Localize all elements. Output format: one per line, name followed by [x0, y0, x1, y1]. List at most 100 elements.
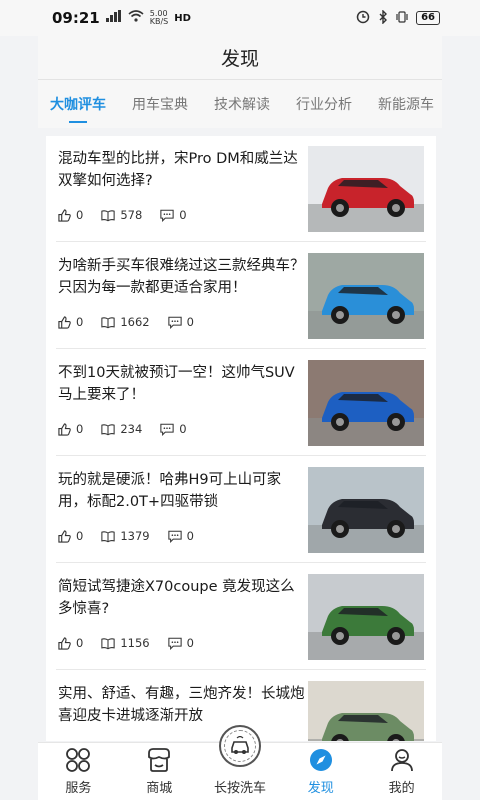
- tab-expert-reviews[interactable]: 大咖评车: [50, 94, 106, 123]
- book-icon: [101, 316, 120, 329]
- signal-icon: [105, 10, 122, 26]
- article-stats: 0 578 0: [58, 208, 205, 222]
- like-stat[interactable]: 0: [58, 636, 83, 650]
- compass-icon: [308, 745, 334, 775]
- comment-icon: [167, 530, 187, 543]
- like-stat[interactable]: 0: [58, 529, 83, 543]
- nav-car-wash[interactable]: 长按洗车: [200, 725, 281, 800]
- vibrate-icon: [396, 10, 408, 26]
- like-count: 0: [76, 315, 84, 329]
- nav-service-label: 服务: [65, 781, 92, 796]
- article-title[interactable]: 实用、舒适、有趣，三炮齐发！长城炮喜迎皮卡进城逐渐开放: [58, 683, 306, 727]
- read-stat: 1379: [101, 529, 150, 543]
- article-item[interactable]: 简短试驾捷途X70coupe 竟发现这么多惊喜? 0 1156 0: [56, 564, 426, 670]
- article-list: 混动车型的比拼，宋Pro DM和威兰达双擎如何选择? 0 578 0 为啥新手买车很难绕…: [46, 136, 436, 741]
- tab-tech-analysis[interactable]: 技术解读: [214, 94, 270, 114]
- nav-service[interactable]: 服务: [38, 743, 119, 800]
- article-item[interactable]: 玩的就是硬派！哈弗H9可上山可家用，标配2.0T+四驱带锁 0 1379 0: [56, 457, 426, 563]
- article-item[interactable]: 混动车型的比拼，宋Pro DM和威兰达双擎如何选择? 0 578 0: [56, 136, 426, 242]
- hd-badge: HD: [174, 12, 191, 24]
- thumbs-up-icon: [58, 636, 76, 650]
- nav-store[interactable]: 商城: [119, 743, 200, 800]
- article-thumbnail[interactable]: [308, 146, 424, 232]
- comment-icon: [160, 423, 179, 436]
- article-item[interactable]: 不到10天就被预订一空！这帅气SUV马上要来了！ 0 234 0: [56, 350, 426, 456]
- like-stat[interactable]: 0: [58, 208, 83, 222]
- book-icon: [101, 209, 120, 222]
- article-thumbnail[interactable]: [308, 360, 424, 446]
- clock: 09:21: [52, 9, 100, 27]
- article-title[interactable]: 为啥新手买车很难绕过这三款经典车？只因为每一款都更适合家用！: [58, 255, 306, 299]
- read-count: 1156: [120, 636, 150, 650]
- page-title: 发现: [38, 36, 442, 80]
- grid-icon: [65, 745, 91, 775]
- like-count: 0: [76, 208, 84, 222]
- battery-icon: 66: [416, 11, 440, 25]
- article-stats: 0 234 0: [58, 422, 205, 436]
- like-count: 0: [76, 529, 84, 543]
- thumbs-up-icon: [58, 422, 76, 436]
- article-thumbnail[interactable]: [308, 253, 424, 339]
- bluetooth-icon: [378, 8, 388, 27]
- article-stats: 0 1156 0: [58, 636, 212, 650]
- store-icon: [146, 745, 172, 775]
- comment-icon: [167, 637, 187, 650]
- read-count: 578: [120, 208, 143, 222]
- thumbs-up-icon: [58, 315, 76, 329]
- tab-new-energy[interactable]: 新能源车: [378, 94, 434, 114]
- comment-stat[interactable]: 0: [167, 529, 194, 543]
- user-icon: [389, 745, 415, 775]
- alarm-icon: [356, 10, 370, 27]
- comment-count: 0: [179, 422, 187, 436]
- read-count: 234: [120, 422, 143, 436]
- comment-stat[interactable]: 0: [160, 422, 187, 436]
- read-count: 1379: [120, 529, 150, 543]
- article-stats: 0 1379 0: [58, 529, 212, 543]
- comment-stat[interactable]: 0: [160, 208, 187, 222]
- nav-profile-label: 我的: [388, 781, 415, 796]
- comment-stat[interactable]: 0: [167, 315, 194, 329]
- nav-store-label: 商城: [146, 781, 173, 796]
- comment-count: 0: [186, 636, 194, 650]
- car-wash-icon: [218, 725, 261, 767]
- article-title[interactable]: 不到10天就被预订一空！这帅气SUV马上要来了！: [58, 362, 306, 406]
- comment-count: 0: [186, 529, 194, 543]
- thumbs-up-icon: [58, 529, 76, 543]
- book-icon: [101, 530, 120, 543]
- read-stat: 578: [101, 208, 142, 222]
- article-thumbnail[interactable]: [308, 574, 424, 660]
- nav-discover[interactable]: 发现: [280, 743, 361, 800]
- tab-industry-analysis[interactable]: 行业分析: [296, 94, 352, 114]
- article-item[interactable]: 为啥新手买车很难绕过这三款经典车？只因为每一款都更适合家用！ 0 1662 0: [56, 243, 426, 349]
- comment-icon: [167, 316, 187, 329]
- thumbs-up-icon: [58, 208, 76, 222]
- article-stats: 0 1662 0: [58, 315, 212, 329]
- read-stat: 1156: [101, 636, 150, 650]
- article-title[interactable]: 玩的就是硬派！哈弗H9可上山可家用，标配2.0T+四驱带锁: [58, 469, 306, 513]
- comment-count: 0: [186, 315, 194, 329]
- net-speed: 5.00 KB/S: [149, 9, 169, 26]
- article-thumbnail[interactable]: [308, 467, 424, 553]
- book-icon: [101, 637, 120, 650]
- nav-discover-label: 发现: [307, 781, 334, 796]
- status-bar: 09:21 5.00 KB/S HD 66: [0, 0, 480, 36]
- category-tabs: 大咖评车 用车宝典 技术解读 行业分析 新能源车 热: [38, 80, 442, 128]
- nav-car-wash-label: 长按洗车: [213, 781, 266, 796]
- like-count: 0: [76, 636, 84, 650]
- read-stat: 1662: [101, 315, 150, 329]
- read-count: 1662: [120, 315, 150, 329]
- article-title[interactable]: 混动车型的比拼，宋Pro DM和威兰达双擎如何选择?: [58, 148, 306, 192]
- comment-stat[interactable]: 0: [167, 636, 194, 650]
- comment-icon: [160, 209, 179, 222]
- comment-count: 0: [179, 208, 187, 222]
- like-stat[interactable]: 0: [58, 315, 83, 329]
- like-count: 0: [76, 422, 84, 436]
- tab-car-guide[interactable]: 用车宝典: [132, 94, 188, 114]
- read-stat: 234: [101, 422, 142, 436]
- article-thumbnail[interactable]: [308, 681, 424, 741]
- like-stat[interactable]: 0: [58, 422, 83, 436]
- bottom-nav: 服务 商城 长按洗车 发现 我的: [38, 725, 442, 800]
- book-icon: [101, 423, 120, 436]
- article-title[interactable]: 简短试驾捷途X70coupe 竟发现这么多惊喜?: [58, 576, 306, 620]
- nav-profile[interactable]: 我的: [361, 743, 442, 800]
